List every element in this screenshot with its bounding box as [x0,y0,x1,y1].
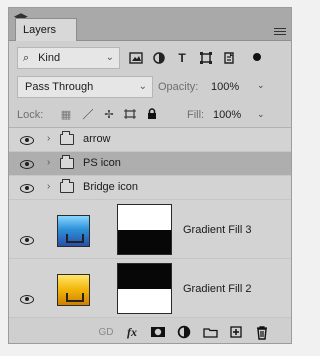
add-mask-icon[interactable] [149,324,167,340]
search-icon: ⌕ [23,52,30,64]
tab-layers[interactable]: Layers [15,18,77,41]
eye-icon[interactable] [19,182,35,194]
blend-opacity-row: Pass Through ⌄ Opacity: 100% ⌄ [17,75,285,99]
layers-panel: ◀▶ Layers ⌕ Kind ⌄ T Pass Through ⌄ Opac… [8,7,292,344]
folder-icon [60,179,74,193]
gradient-fill-thumbnail[interactable] [57,215,90,247]
fill-layer-name[interactable]: Gradient Fill 3 [183,224,251,236]
fill-label: Fill: [187,109,205,121]
blend-chevron-icon: ⌄ [138,81,147,92]
mask-white-area [118,288,171,313]
blend-mode-label: Pass Through [25,81,94,93]
layer-group-row[interactable]: › Bridge icon [9,176,291,200]
menu-line-3 [274,34,286,35]
chevron-right-icon[interactable]: › [47,181,57,193]
folder-icon [60,155,74,169]
mask-white-area [118,205,171,230]
delete-icon[interactable] [253,324,271,340]
eye-icon[interactable] [19,293,35,305]
chevron-right-icon[interactable]: › [47,157,57,169]
filter-kind-label: Kind [38,52,61,64]
layer-filter-row: ⌕ Kind ⌄ T [17,47,285,69]
layer-group-name[interactable]: Bridge icon [83,181,138,193]
opacity-label: Opacity: [158,81,199,93]
mask-black-area [118,264,171,289]
layer-mask-thumbnail[interactable] [117,204,172,255]
gradient-fill-thumbnail[interactable] [57,274,90,306]
layers-list: › arrow › PS icon › Bridge icon Gradient… [9,127,291,318]
layer-group-row-selected[interactable]: › PS icon [9,152,291,176]
filter-toggle-icon[interactable] [253,53,261,61]
layer-group-name[interactable]: PS icon [83,157,121,169]
adjustment-icon[interactable] [175,324,193,340]
lock-position-icon[interactable]: ✢ [101,106,117,122]
mask-black-area [118,229,171,254]
layers-screenshot: ◀▶ Layers ⌕ Kind ⌄ T Pass Through ⌄ Opac… [0,0,300,356]
eye-icon[interactable] [19,158,35,170]
fill-chevron-icon[interactable]: ⌄ [257,109,265,120]
layer-group-name[interactable]: arrow [83,133,111,145]
link-layers-icon[interactable]: GD [97,324,115,340]
lock-label: Lock: [17,109,44,121]
fill-layer-row[interactable]: Gradient Fill 3 [9,200,291,259]
eye-icon[interactable] [19,134,35,146]
lock-image-icon[interactable]: ／ [80,106,96,122]
layer-mask-thumbnail[interactable] [117,263,172,314]
opacity-chevron-icon[interactable]: ⌄ [257,80,265,91]
lock-transparent-icon[interactable]: ▦ [58,106,74,122]
type-filter-icon[interactable]: T [173,49,191,67]
menu-line-1 [274,28,286,29]
panel-tab-bar: ◀▶ Layers [9,8,291,41]
new-layer-icon[interactable] [227,324,245,340]
fx-icon[interactable]: fx [123,324,141,340]
eye-icon[interactable] [19,234,35,246]
filter-kind-select[interactable]: ⌕ Kind ⌄ [17,47,120,69]
fill-layer-row[interactable]: Gradient Fill 2 [9,259,291,318]
fill-value[interactable]: 100% [213,109,241,121]
shape-filter-icon[interactable] [197,49,215,67]
fill-layer-name[interactable]: Gradient Fill 2 [183,283,251,295]
smartobject-filter-icon[interactable] [220,49,238,67]
chevron-down-icon: ⌄ [105,52,114,63]
layers-footer-toolbar: GD fx [9,319,291,343]
folder-icon [60,131,74,145]
opacity-value[interactable]: 100% [211,81,239,93]
pixel-filter-icon[interactable] [127,49,145,67]
menu-line-2 [274,31,286,32]
new-group-icon[interactable] [201,324,219,340]
layer-group-row[interactable]: › arrow [9,128,291,152]
lock-artboard-icon[interactable] [122,106,138,122]
panel-menu-icon[interactable] [274,26,286,36]
blend-mode-select[interactable]: Pass Through ⌄ [17,76,153,98]
lock-fill-row: Lock: ▦ ／ ✢ Fill: 100% ⌄ [17,104,285,126]
chevron-right-icon[interactable]: › [47,133,57,145]
lock-all-icon[interactable] [144,106,160,122]
adjustment-filter-icon[interactable] [150,49,168,67]
